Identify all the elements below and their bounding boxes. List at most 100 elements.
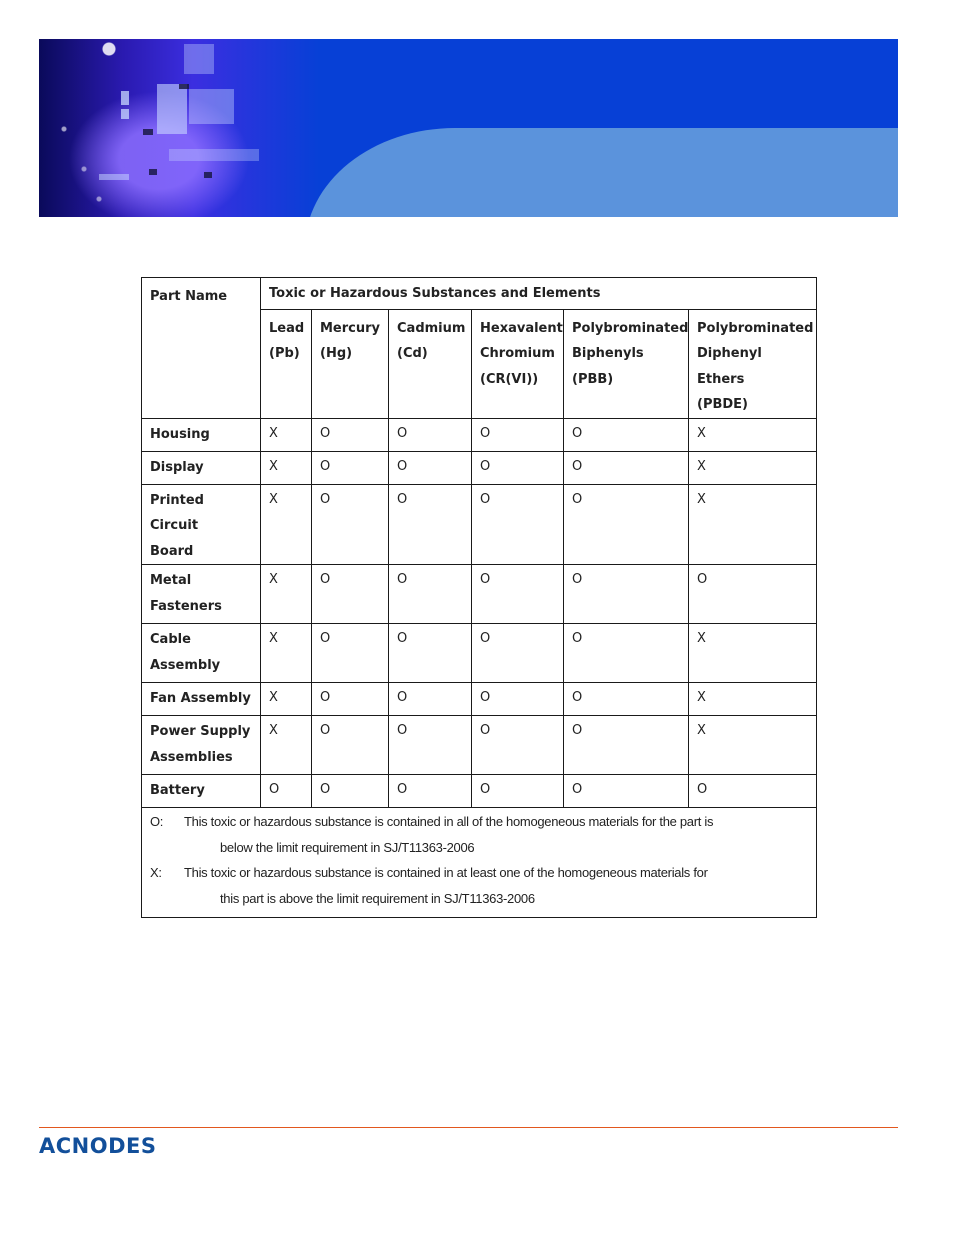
status-above-limit: X — [687, 417, 818, 452]
table-row: Cable Assembly X O O O O X — [141, 623, 818, 683]
status-below-limit: O — [311, 623, 389, 683]
legend-line: X: This toxic or hazardous substance is c… — [150, 860, 808, 886]
part-name-line: Metal — [150, 573, 192, 588]
table-row: Printed Circuit Board X O O O O X — [141, 483, 818, 565]
status-above-limit: X — [260, 564, 312, 624]
status-above-limit: X — [260, 483, 312, 565]
substance-header-line: Ethers — [697, 371, 745, 387]
legend-text: This toxic or hazardous substance is con… — [184, 865, 708, 880]
substance-header-line: Lead — [269, 320, 305, 336]
status-below-limit: O — [311, 564, 389, 624]
status-below-limit: O — [311, 417, 389, 452]
status-below-limit: O — [388, 483, 472, 565]
status-below-limit: O — [563, 564, 689, 624]
substance-header-line: (Hg) — [320, 346, 353, 361]
footer-divider — [39, 1127, 898, 1128]
substance-column-header: Cadmium (Cd) — [388, 308, 472, 419]
table-row: Housing X O O O O X — [141, 417, 818, 452]
substance-header-line: Polybrominated — [572, 320, 689, 336]
rohs-substance-table-container: Part Name Toxic or Hazardous Substances … — [140, 277, 818, 918]
status-below-limit: O — [311, 715, 389, 775]
status-below-limit: O — [687, 564, 818, 624]
status-below-limit: O — [563, 774, 689, 808]
legend-line: O: This toxic or hazardous substance is c… — [150, 809, 808, 835]
status-below-limit: O — [388, 715, 472, 775]
part-name-line: Housing — [150, 426, 210, 442]
table-row: Fan Assembly X O O O O X — [141, 682, 818, 716]
header-banner — [39, 39, 898, 217]
group-header-label: Toxic or Hazardous Substances and Elemen… — [269, 286, 601, 301]
status-below-limit: O — [388, 417, 472, 452]
substance-column-header: Polybrominated Biphenyls (PBB) — [563, 308, 689, 419]
part-name-line: Display — [150, 459, 204, 475]
substance-header-line: (PBDE) — [697, 397, 748, 412]
circuit-board-image — [39, 39, 319, 217]
part-name-line: Fasteners — [150, 598, 222, 614]
substance-column-header: Hexavalent Chromium (CR(VI)) — [471, 308, 564, 419]
substance-column-header: Mercury (Hg) — [311, 308, 389, 419]
legend-continuation: below the limit requirement in SJ/T11363… — [220, 839, 475, 855]
status-below-limit: O — [471, 682, 564, 716]
substance-header-line: Mercury — [320, 320, 381, 336]
status-below-limit: O — [388, 450, 472, 485]
group-header: Toxic or Hazardous Substances and Elemen… — [259, 277, 818, 310]
substance-header-line: Cadmium — [397, 320, 466, 336]
status-above-limit: X — [260, 450, 312, 485]
status-below-limit: O — [388, 774, 472, 808]
part-name-header: Part Name — [141, 277, 261, 419]
legend-text: This toxic or hazardous substance is con… — [184, 814, 714, 829]
legend-key: O: — [150, 814, 164, 829]
part-name-line: Assembly — [150, 657, 221, 673]
status-above-limit: X — [687, 450, 818, 485]
status-below-limit: O — [311, 450, 389, 485]
part-name-line: Printed Circuit — [150, 492, 204, 534]
table-header-row: Part Name Toxic or Hazardous Substances … — [141, 277, 818, 419]
substance-header-line: Hexavalent — [480, 320, 563, 336]
status-below-limit: O — [471, 715, 564, 775]
substance-header-line: Biphenyls — [572, 346, 644, 361]
status-below-limit: O — [471, 623, 564, 683]
table-row: Battery O O O O O O — [141, 774, 818, 808]
part-name-line: Cable — [150, 632, 191, 647]
status-below-limit: O — [563, 483, 689, 565]
status-below-limit: O — [388, 623, 472, 683]
substance-header-line: Diphenyl — [697, 346, 762, 361]
status-below-limit: O — [563, 417, 689, 452]
status-above-limit: X — [260, 682, 312, 716]
part-name-line: Fan Assembly — [150, 691, 251, 706]
table-row: Metal Fasteners X O O O O O — [141, 564, 818, 624]
part-name-line: Assemblies — [150, 749, 233, 765]
status-below-limit: O — [471, 417, 564, 452]
status-below-limit: O — [687, 774, 818, 808]
status-below-limit: O — [471, 564, 564, 624]
logo-text: ACNODES — [39, 1134, 157, 1158]
rohs-substance-table: Part Name Toxic or Hazardous Substances … — [140, 277, 818, 918]
part-name-line: Board — [150, 543, 194, 559]
substance-header-line: Polybrominated — [697, 320, 814, 336]
status-above-limit: X — [260, 417, 312, 452]
status-below-limit: O — [311, 774, 389, 808]
legend-continuation: this part is above the limit requirement… — [220, 890, 535, 906]
status-above-limit: X — [260, 715, 312, 775]
part-name-cell: Battery — [141, 774, 261, 808]
status-above-limit: X — [687, 623, 818, 683]
legend-key: X: — [150, 865, 162, 880]
substance-header-line: (CR(VI)) — [480, 371, 539, 387]
legend-cell: O: This toxic or hazardous substance is c… — [140, 807, 818, 918]
acnodes-logo: ACNODES — [39, 1134, 157, 1158]
table-row: Power Supply Assemblies X O O O O X — [141, 715, 818, 775]
status-below-limit: O — [563, 682, 689, 716]
banner-accent-shape — [305, 128, 898, 217]
status-below-limit: O — [471, 483, 564, 565]
substance-header-line: Chromium — [480, 346, 555, 361]
part-name-header-label: Part Name — [150, 289, 228, 304]
status-below-limit: O — [563, 623, 689, 683]
substance-column-header: Lead (Pb) — [260, 308, 312, 419]
status-below-limit: O — [311, 682, 389, 716]
table-row: Display X O O O O X — [141, 450, 818, 485]
part-name-cell: Cable Assembly — [141, 623, 261, 683]
part-name-cell: Fan Assembly — [141, 682, 261, 716]
status-below-limit: O — [388, 564, 472, 624]
status-above-limit: X — [687, 715, 818, 775]
substance-column-header: Polybrominated Diphenyl Ethers (PBDE) — [687, 308, 818, 419]
